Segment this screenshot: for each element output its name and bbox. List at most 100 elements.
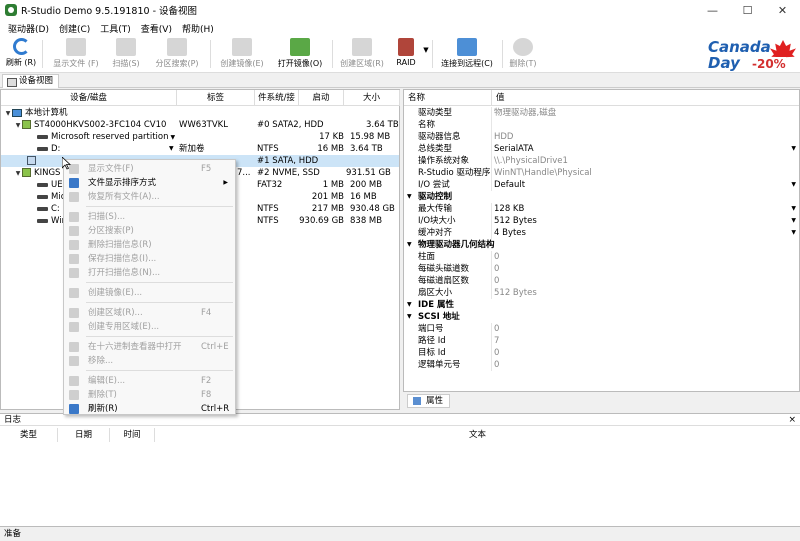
property-row[interactable]: I/O块大小 512 Bytes ▼ bbox=[404, 215, 799, 227]
expand-arrow-icon[interactable]: ▼ bbox=[14, 120, 22, 131]
column-size[interactable]: 大小 bbox=[344, 90, 400, 106]
table-row[interactable]: ▼ 本地计算机 bbox=[1, 107, 399, 119]
menu-item-icon bbox=[69, 322, 79, 332]
property-row[interactable]: I/O 尝试 Default ▼ bbox=[404, 179, 799, 191]
menu-item-icon bbox=[69, 390, 79, 400]
create-image-button[interactable]: 创建镜像(E) bbox=[216, 38, 268, 71]
property-row[interactable]: 操作系统对象 \\.\PhysicalDrive1 bbox=[404, 155, 799, 167]
log-column-type[interactable]: 类型 bbox=[0, 428, 58, 442]
tab-device-view[interactable]: 设备视图 bbox=[2, 74, 60, 88]
log-column-date[interactable]: 日期 bbox=[58, 428, 110, 442]
column-start[interactable]: 启动 bbox=[299, 90, 344, 106]
log-column-time[interactable]: 时间 bbox=[110, 428, 155, 442]
dropdown-arrow-icon[interactable]: ▼ bbox=[791, 203, 796, 215]
dropdown-arrow-icon[interactable]: ▼ bbox=[791, 215, 796, 227]
partition-icon bbox=[37, 218, 48, 223]
property-group[interactable]: ▼ 物理驱动器几何结构 bbox=[404, 239, 799, 251]
table-row[interactable]: D: ▼ 新加卷 NTFS 16 MB 3.64 TB bbox=[1, 143, 399, 155]
menu-separator bbox=[86, 206, 233, 207]
context-menu-item: 创建专用区域(E)... bbox=[64, 320, 235, 334]
context-menu-item: 在十六进制查看器中打开 Ctrl+E bbox=[64, 340, 235, 354]
expand-arrow-icon[interactable]: ▼ bbox=[14, 168, 22, 179]
create-image-icon bbox=[232, 38, 252, 56]
menu-create[interactable]: 创建(C) bbox=[54, 22, 95, 35]
connect-remote-button[interactable]: 连接到远程(C) bbox=[436, 38, 498, 71]
create-region-button[interactable]: 创建区域(R) bbox=[336, 38, 388, 71]
property-row[interactable]: 逻辑单元号 0 bbox=[404, 359, 799, 371]
close-button[interactable]: ✕ bbox=[765, 0, 800, 20]
scan-button[interactable]: 扫描(S) bbox=[108, 38, 144, 71]
context-menu-item: 打开扫描信息(N)... bbox=[64, 266, 235, 280]
menu-tools[interactable]: 工具(T) bbox=[95, 22, 136, 35]
property-row[interactable]: 驱动器信息 HDD bbox=[404, 131, 799, 143]
remote-monitor-icon bbox=[457, 38, 477, 56]
menu-separator bbox=[86, 282, 233, 283]
log-column-text[interactable]: 文本 bbox=[155, 428, 800, 442]
menu-drive[interactable]: 驱动器(D) bbox=[3, 22, 54, 35]
ssd-icon bbox=[22, 168, 31, 177]
open-image-button[interactable]: 打开镜像(O) bbox=[274, 38, 326, 71]
menu-item-icon bbox=[69, 376, 79, 386]
collapse-arrow-icon[interactable]: ▼ bbox=[407, 239, 412, 251]
property-row[interactable]: 每磁头磁道数 0 bbox=[404, 263, 799, 275]
collapse-arrow-icon[interactable]: ▼ bbox=[407, 299, 412, 311]
table-row[interactable]: ▼ ST4000HKVS002-3FC104 CV10 WW63TVKL #0 S… bbox=[1, 119, 399, 131]
context-menu-item: 恢复所有文件(A)... bbox=[64, 190, 235, 204]
minimize-button[interactable]: — bbox=[695, 0, 730, 20]
menu-item-icon bbox=[69, 226, 79, 236]
property-row[interactable]: 端口号 0 bbox=[404, 323, 799, 335]
column-filesystem[interactable]: 件系统/接 bbox=[255, 90, 299, 106]
create-region-icon bbox=[352, 38, 372, 56]
property-row[interactable]: 目标 Id 0 bbox=[404, 347, 799, 359]
property-row[interactable]: 路径 Id 7 bbox=[404, 335, 799, 347]
row-dropdown-arrow[interactable]: ▼ bbox=[169, 143, 177, 155]
dropdown-arrow-icon[interactable]: ▼ bbox=[791, 179, 796, 191]
property-row[interactable]: 名称 bbox=[404, 119, 799, 131]
collapse-arrow-icon[interactable]: ▼ bbox=[407, 311, 412, 323]
property-group[interactable]: ▼ 驱动控制 bbox=[404, 191, 799, 203]
delete-button[interactable]: 删除(T) bbox=[508, 38, 538, 71]
menu-separator bbox=[86, 370, 233, 371]
property-row[interactable]: 每磁道扇区数 0 bbox=[404, 275, 799, 287]
menu-separator bbox=[86, 336, 233, 337]
property-row[interactable]: 最大传输 128 KB ▼ bbox=[404, 203, 799, 215]
property-row[interactable]: R-Studio 驱动程序 WinNT\Handle\Physical bbox=[404, 167, 799, 179]
expand-arrow-icon[interactable]: ▼ bbox=[4, 108, 12, 119]
menu-item-icon bbox=[69, 288, 79, 298]
collapse-arrow-icon[interactable]: ▼ bbox=[407, 191, 412, 203]
menu-item-icon bbox=[69, 342, 79, 352]
property-row[interactable]: 扇区大小 512 Bytes bbox=[404, 287, 799, 299]
row-dropdown-arrow[interactable]: ▼ bbox=[171, 134, 176, 141]
menu-help[interactable]: 帮助(H) bbox=[177, 22, 219, 35]
table-row[interactable]: Microsoft reserved partition ▼ 17 KB 15.9… bbox=[1, 131, 399, 143]
property-row[interactable]: 柱面 0 bbox=[404, 251, 799, 263]
maximize-button[interactable]: ☐ bbox=[730, 0, 765, 20]
raid-button[interactable]: RAID bbox=[392, 38, 420, 71]
status-bar: 准备 bbox=[0, 527, 800, 541]
mouse-cursor-icon bbox=[62, 157, 71, 170]
property-row[interactable]: 总线类型 SerialATA ▼ bbox=[404, 143, 799, 155]
column-label[interactable]: 标签 bbox=[177, 90, 255, 106]
show-files-button[interactable]: 显示文件 (F) bbox=[50, 38, 102, 71]
refresh-button[interactable]: 刷新 (R) bbox=[4, 38, 38, 71]
canada-day-promo[interactable]: Canada Day -20% bbox=[706, 38, 798, 72]
dropdown-arrow-icon[interactable]: ▼ bbox=[791, 227, 796, 239]
property-group[interactable]: ▼ IDE 属性 bbox=[404, 299, 799, 311]
prop-column-name[interactable]: 名称 bbox=[404, 90, 492, 106]
context-menu-item[interactable]: 刷新(R) Ctrl+R bbox=[64, 402, 235, 416]
dropdown-arrow-icon[interactable]: ▼ bbox=[791, 143, 796, 155]
menu-item-icon bbox=[69, 192, 79, 202]
scan-icon bbox=[116, 38, 136, 56]
menu-view[interactable]: 查看(V) bbox=[136, 22, 177, 35]
partition-search-button[interactable]: 分区搜索(P) bbox=[150, 38, 204, 71]
prop-column-value[interactable]: 值 bbox=[492, 90, 799, 106]
open-image-icon bbox=[290, 38, 310, 56]
close-icon[interactable]: × bbox=[788, 414, 796, 426]
column-device[interactable]: 设备/磁盘 bbox=[1, 90, 177, 106]
menu-bar: 驱动器(D) 创建(C) 工具(T) 查看(V) 帮助(H) bbox=[0, 20, 800, 36]
tab-properties[interactable]: 属性 bbox=[407, 394, 451, 408]
property-row[interactable]: 驱动类型 物理驱动器,磁盘 bbox=[404, 107, 799, 119]
property-row[interactable]: 缓冲对齐 4 Bytes ▼ bbox=[404, 227, 799, 239]
property-group[interactable]: ▼ SCSI 地址 bbox=[404, 311, 799, 323]
context-menu-item[interactable]: 文件显示排序方式 ▶ bbox=[64, 176, 235, 190]
